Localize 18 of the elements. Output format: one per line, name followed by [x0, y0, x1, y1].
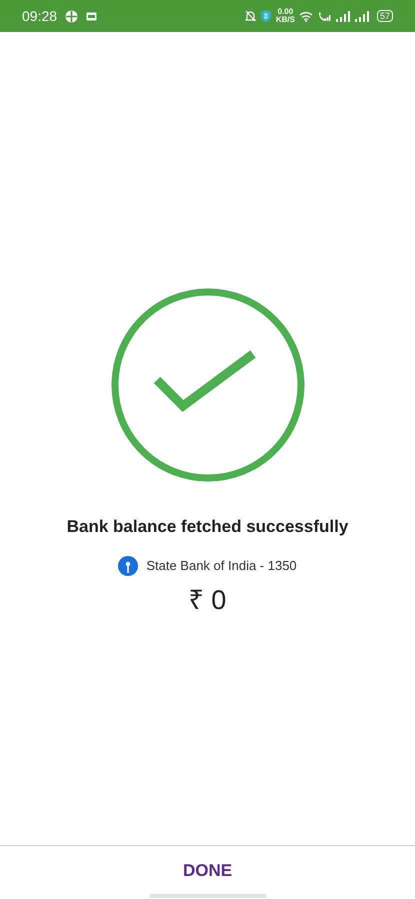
app-icon: [65, 10, 78, 22]
signal-icon: [354, 10, 369, 22]
battery-indicator: 57: [376, 10, 393, 22]
result-title: Bank balance fetched successfully: [66, 516, 348, 538]
success-check-icon: [110, 288, 304, 482]
balance-amount: ₹ 0: [188, 584, 226, 616]
network-speed: 0.00: [276, 8, 294, 16]
bank-logo-icon: [118, 556, 138, 576]
done-button[interactable]: DONE: [172, 854, 242, 888]
notification-icon: [86, 12, 98, 20]
account-name: State Bank of India - 1350: [146, 556, 297, 575]
phone-icon: [316, 10, 331, 22]
shield-icon: [260, 9, 272, 23]
status-time: 09:28: [22, 6, 58, 26]
signal-icon: [334, 10, 350, 22]
wifi-icon: [298, 10, 313, 22]
bell-icon: [244, 10, 256, 22]
network-unit: KB/S: [276, 16, 295, 24]
